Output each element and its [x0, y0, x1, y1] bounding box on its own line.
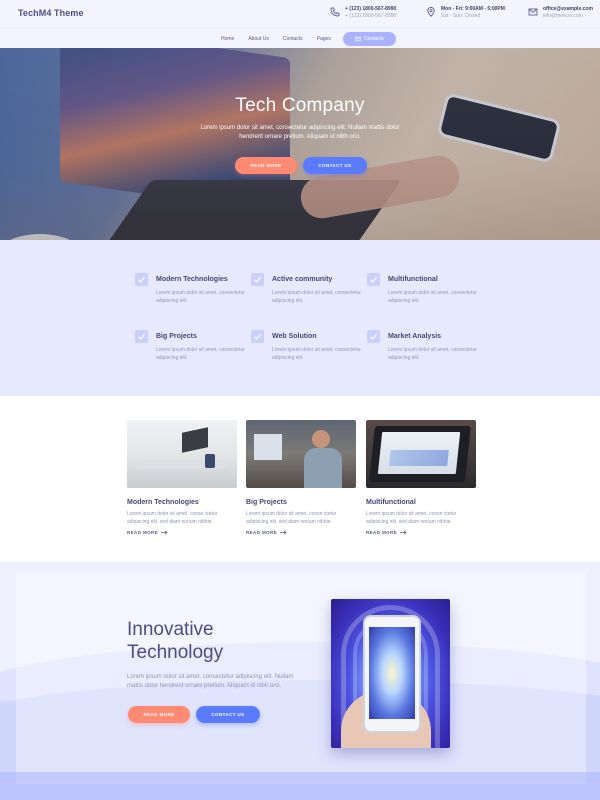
innovation-read-more-button[interactable]: READ MORE [128, 706, 190, 723]
feature-text: Lorem ipsum dolor sit amet, consectetur … [388, 290, 477, 304]
phone-in-hand-image [331, 599, 450, 748]
innovation-title-line-2: Technology [127, 642, 224, 663]
location-pin-icon [426, 7, 436, 17]
phone-line-2[interactable]: + (123) 1800-567-8990 [345, 13, 396, 19]
arrow-right-icon [161, 530, 168, 535]
phone-contact: + (123) 1800-567-8990 + (123) 1800-567-8… [330, 6, 396, 19]
check-icon [251, 273, 264, 286]
card-read-more-label: READ MORE [366, 530, 398, 535]
card-read-more-link[interactable]: READ MORE [127, 530, 237, 535]
card: Modern Technologies Lorem ipsum dolor si… [127, 420, 237, 535]
cards-section: Modern Technologies Lorem ipsum dolor si… [0, 396, 600, 562]
innovation-section: Innovative Technology Lorem ipsum dolor … [0, 562, 600, 800]
card-read-more-link[interactable]: READ MORE [246, 530, 356, 535]
card-read-more-label: READ MORE [246, 530, 278, 535]
card-read-more-label: READ MORE [127, 530, 159, 535]
email-line-2[interactable]: info@mekcel.com [543, 13, 593, 19]
innovation-text: Lorem ipsum dolor sit amet, consectetur … [127, 674, 294, 689]
main-nav: Home About Us Contacts Pages Contacts [0, 27, 600, 48]
innovation-title-line-1: Innovative [127, 619, 214, 640]
card-title[interactable]: Big Projects [246, 499, 356, 506]
nav-about-us[interactable]: About Us [241, 32, 276, 46]
nav-contacts[interactable]: Contacts [276, 32, 310, 46]
hours-line-2: Sat - Sun: Closed [441, 13, 481, 19]
feature-title: Active community [272, 276, 333, 283]
card-text: Lorem ipsum dolor sit amet, conse ctetur… [127, 511, 218, 525]
card: Big Projects Lorem ipsum dolor sit amet,… [246, 420, 356, 535]
email-contact: office@example.com info@mekcel.com [528, 6, 593, 19]
hero-text: Lorem ipsum dolor sit amet, consectetur … [200, 125, 400, 140]
feature-text: Lorem ipsum dolor sit amet, consectetur … [156, 347, 245, 361]
card-image-office[interactable] [127, 420, 237, 488]
feature-text: Lorem ipsum dolor sit amet, consectetur … [388, 347, 477, 361]
card-image-laptop[interactable] [366, 420, 476, 488]
card-title[interactable]: Modern Technologies [127, 499, 237, 506]
card: Multifunctional Lorem ipsum dolor sit am… [366, 420, 476, 535]
card-text: Lorem ipsum dolor sit amet, conse ctetur… [246, 511, 337, 525]
feature-title: Big Projects [156, 333, 197, 340]
card-read-more-link[interactable]: READ MORE [366, 530, 476, 535]
feature-title: Market Analysis [388, 333, 442, 340]
check-icon [135, 330, 148, 343]
innovation-title: Innovative Technology [127, 618, 223, 664]
hero-contact-us-button[interactable]: CONTACT US [303, 157, 367, 174]
mail-icon [355, 36, 361, 42]
site-logo[interactable]: TechM4 Theme [18, 8, 84, 18]
hero-section: Tech Company Lorem ipsum dolor sit amet,… [0, 48, 600, 240]
hours-line-1: Mon - Fri: 9:00AM - 5:00PM [441, 6, 505, 12]
feature-text: Lorem ipsum dolor sit amet, consectetur … [272, 347, 361, 361]
check-icon [367, 273, 380, 286]
innovation-contact-us-button[interactable]: CONTACT US [196, 706, 260, 723]
check-icon [135, 273, 148, 286]
nav-home[interactable]: Home [214, 32, 241, 46]
nav-contacts-button[interactable]: Contacts [342, 32, 396, 46]
arrow-right-icon [400, 530, 407, 535]
feature-text: Lorem ipsum dolor sit amet, consectetur … [272, 290, 361, 304]
hero-title: Tech Company [235, 95, 365, 116]
feature-text: Lorem ipsum dolor sit amet, consectetur … [156, 290, 245, 304]
features-section: Modern Technologies Lorem ipsum dolor si… [0, 240, 600, 396]
phone-line-1[interactable]: + (123) 1800-567-8990 [345, 6, 396, 12]
check-icon [367, 330, 380, 343]
check-icon [251, 330, 264, 343]
email-line-1[interactable]: office@example.com [543, 6, 593, 12]
top-bar: TechM4 Theme + (123) 1800-567-8990 + (12… [0, 0, 600, 27]
card-title[interactable]: Multifunctional [366, 499, 476, 506]
feature-title: Multifunctional [388, 276, 438, 283]
feature-title: Web Solution [272, 333, 317, 340]
phone-icon [330, 7, 340, 17]
hours-contact: Mon - Fri: 9:00AM - 5:00PM Sat - Sun: Cl… [426, 6, 505, 19]
nav-contacts-button-label: Contacts [363, 36, 384, 42]
nav-pages[interactable]: Pages [310, 32, 338, 46]
arrow-right-icon [280, 530, 287, 535]
feature-title: Modern Technologies [156, 276, 228, 283]
mail-icon [528, 7, 538, 17]
card-image-workers[interactable] [246, 420, 356, 488]
hero-read-more-button[interactable]: READ MORE [235, 157, 297, 174]
card-text: Lorem ipsum dolor sit amet, conse ctetur… [366, 511, 457, 525]
